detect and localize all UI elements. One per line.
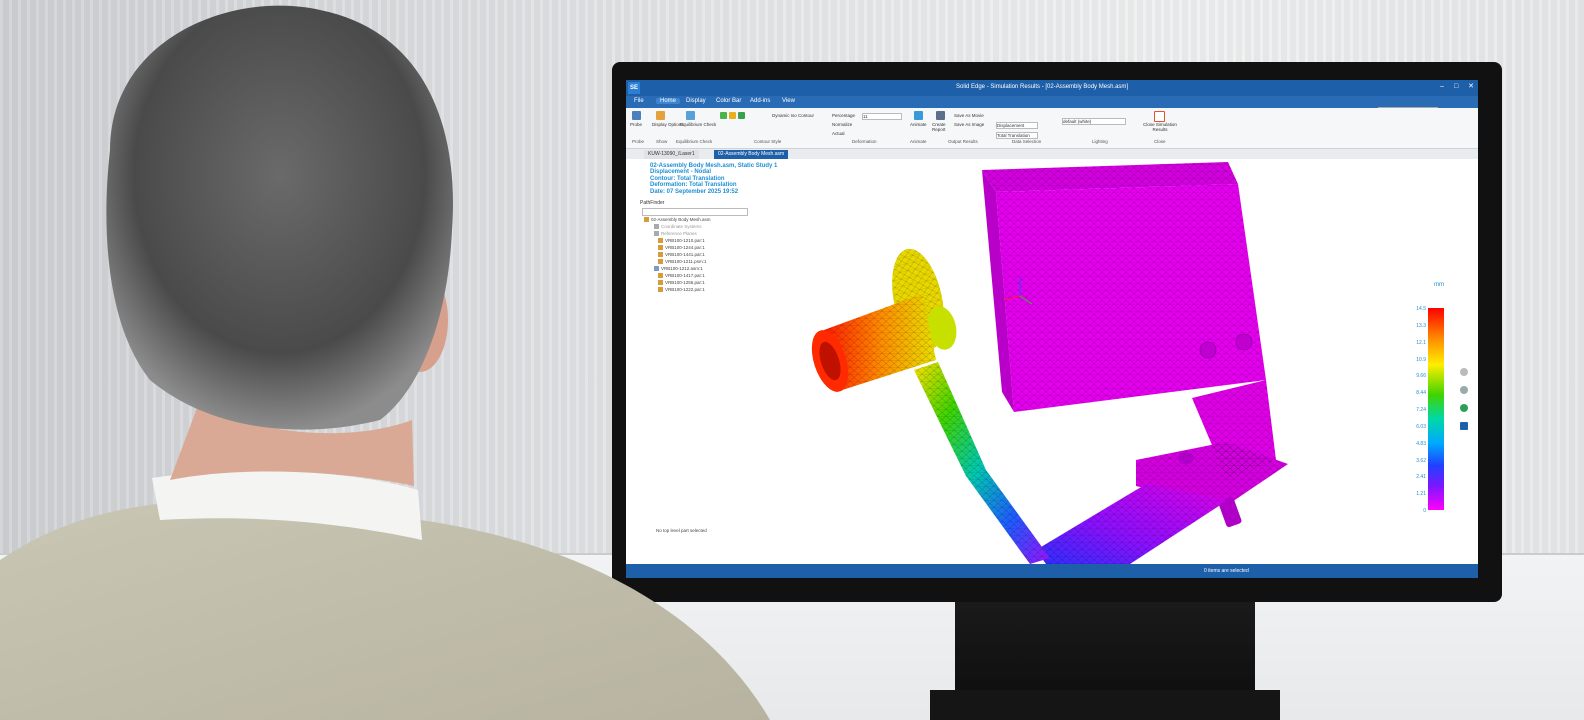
legend-tick-label: 12.1 <box>1416 339 1426 346</box>
monitor-stand-foot <box>930 690 1280 720</box>
jacket <box>0 500 770 720</box>
legend-tick-label: 9.66 <box>1416 373 1426 380</box>
legend-tick-label: 7.24 <box>1416 407 1426 413</box>
legend-tick-label: 8.44 <box>1416 390 1426 397</box>
legend-tick-label: 14.5 <box>1416 306 1426 312</box>
tool-icon[interactable] <box>1460 404 1468 412</box>
right-toolbar <box>1458 158 1472 488</box>
legend-tick-label: 4.83 <box>1416 440 1426 447</box>
legend-tick-label: 2.41 <box>1416 474 1426 481</box>
legend-tick-label: 6.03 <box>1416 423 1426 430</box>
legend-tick-label: 0 <box>1423 508 1426 514</box>
tool-icon[interactable] <box>1460 386 1468 394</box>
legend-tick-label: 13.3 <box>1416 322 1426 329</box>
status-message: 0 items are selected <box>1204 568 1249 574</box>
legend-units: mm <box>1434 282 1444 288</box>
legend-tick-label: 10.9 <box>1416 356 1426 363</box>
color-legend-bar <box>1428 308 1444 510</box>
tool-icon[interactable] <box>1460 422 1468 430</box>
legend-tick-label: 1.21 <box>1416 491 1426 498</box>
person <box>0 5 770 720</box>
housing-block <box>982 162 1266 412</box>
tool-icon[interactable] <box>1460 368 1468 376</box>
hair <box>106 5 453 430</box>
legend-tick-label: 3.62 <box>1416 457 1426 464</box>
